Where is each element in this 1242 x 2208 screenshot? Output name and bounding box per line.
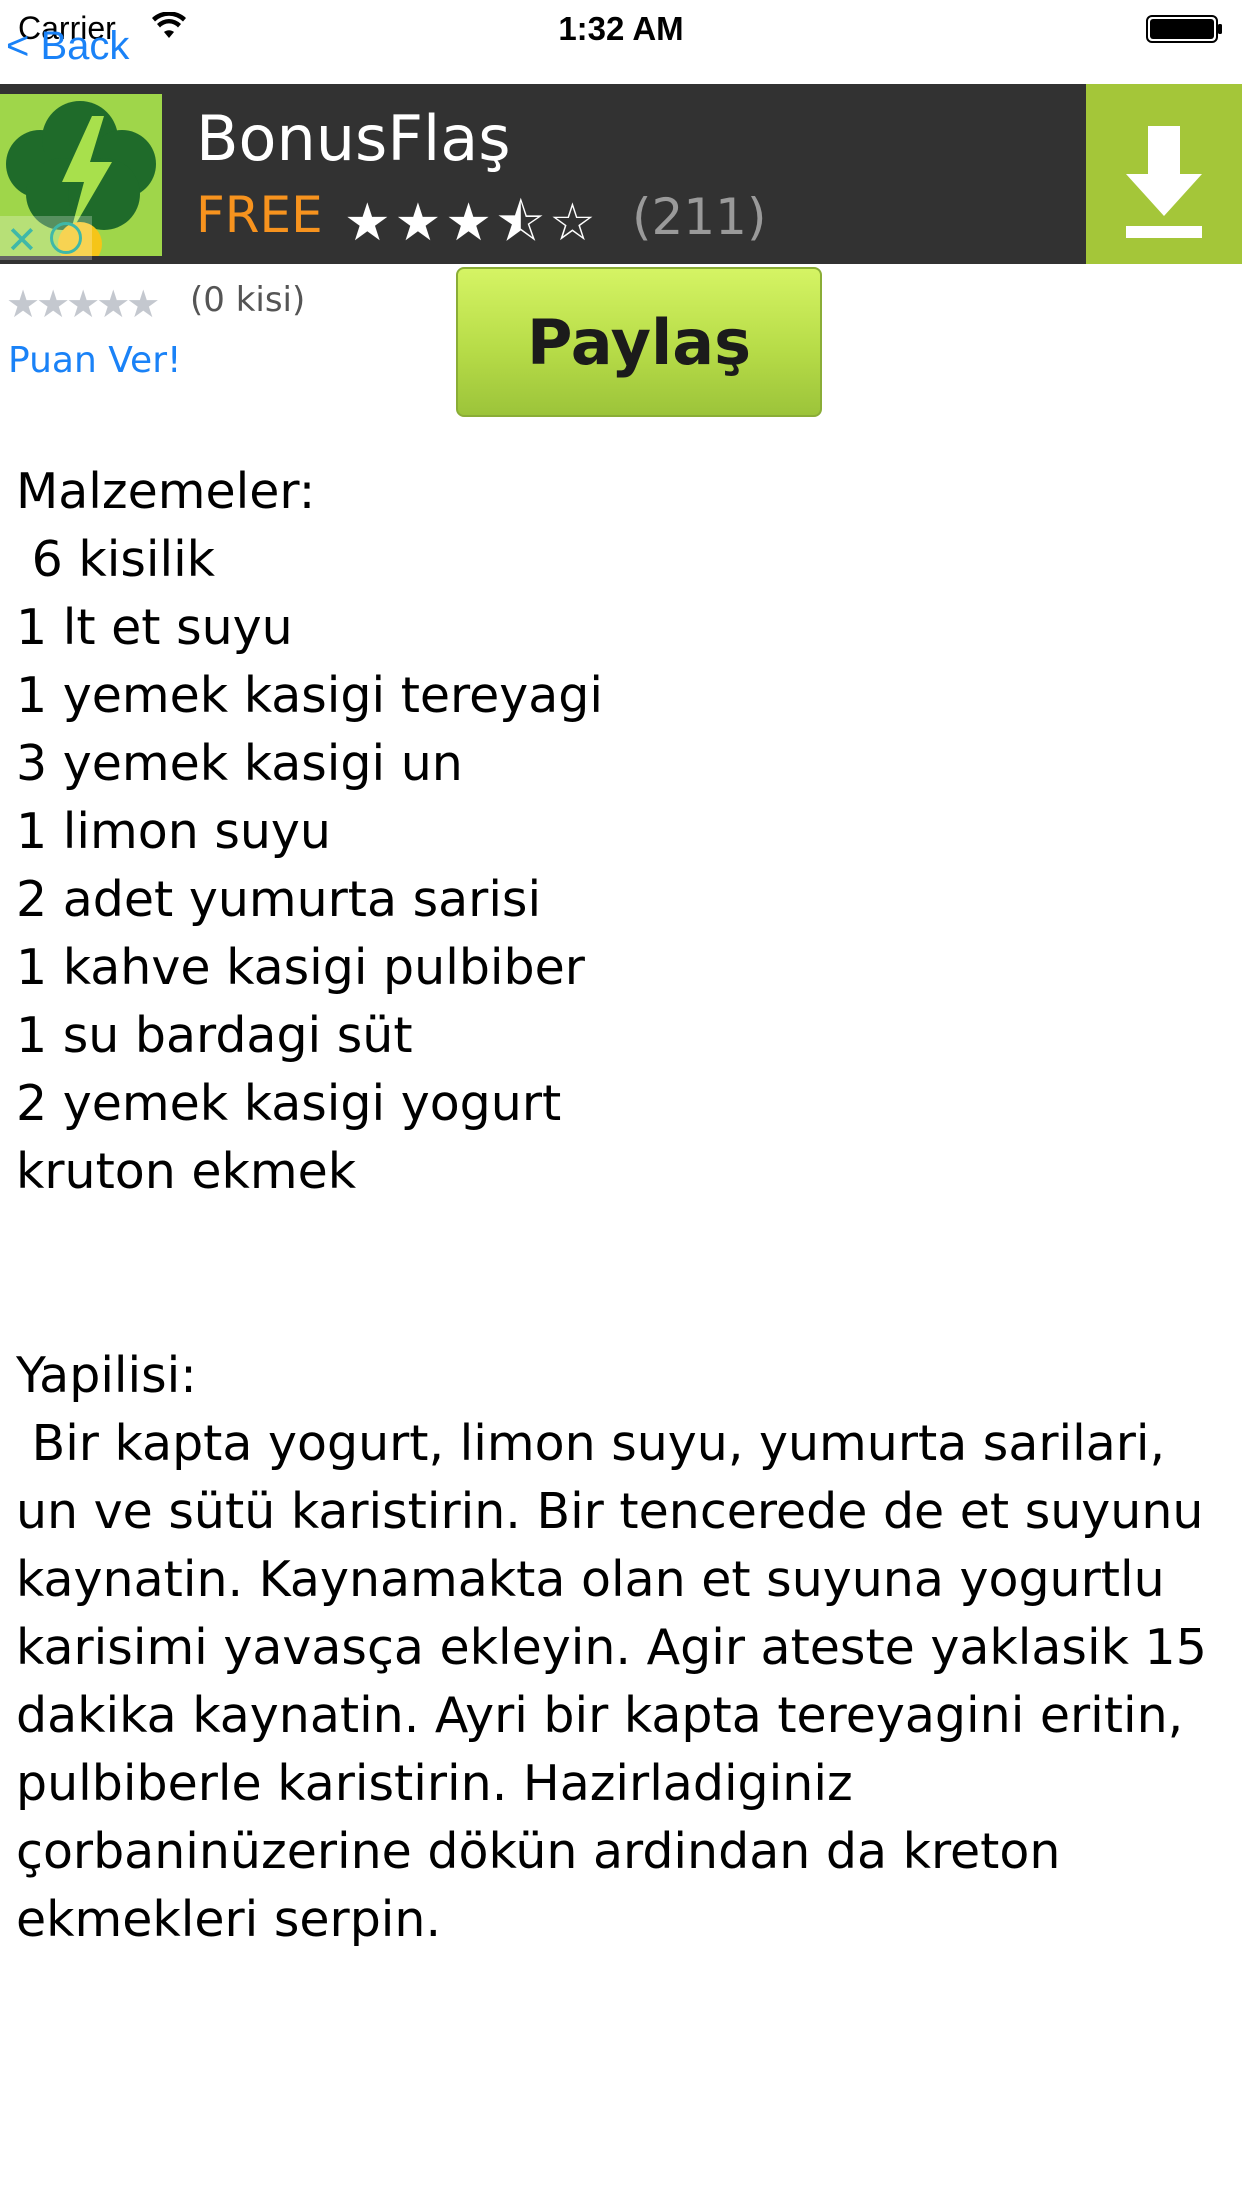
ad-rating-stars: ★★★⯪☆ bbox=[344, 193, 600, 253]
method-text: Bir kapta yogurt, limon suyu, yumurta sa… bbox=[16, 1415, 1223, 1948]
rate-link[interactable]: Puan Ver! bbox=[8, 340, 181, 381]
info-icon[interactable] bbox=[50, 222, 82, 254]
ad-app-name: BonusFlaş bbox=[196, 102, 511, 175]
battery-icon bbox=[1146, 15, 1222, 43]
download-icon bbox=[1126, 126, 1202, 238]
ad-price: FREE bbox=[196, 186, 323, 244]
ingredient-item: 1 yemek kasigi tereyagi bbox=[16, 667, 604, 724]
ingredient-item: 2 yemek kasigi yogurt bbox=[16, 1075, 562, 1132]
ingredient-item: 6 kisilik bbox=[16, 531, 216, 588]
clock: 1:32 AM bbox=[558, 10, 684, 47]
ad-review-count: (211) bbox=[632, 188, 767, 246]
ad-download-button[interactable] bbox=[1086, 84, 1242, 264]
share-button[interactable]: Paylaş bbox=[456, 267, 822, 417]
close-icon: ✕ bbox=[6, 218, 38, 262]
ingredient-item: kruton ekmek bbox=[16, 1143, 357, 1200]
ad-banner[interactable]: BonusFlaş FREE ★★★⯪☆ (211) ✕ bbox=[0, 84, 1242, 264]
ingredients-title: Malzemeler: bbox=[16, 463, 316, 520]
recipe-body: Malzemeler: 6 kisilik 1 lt et suyu 1 yem… bbox=[16, 458, 1236, 1954]
ingredient-item: 2 adet yumurta sarisi bbox=[16, 871, 542, 928]
ingredients-list: 6 kisilik 1 lt et suyu 1 yemek kasigi te… bbox=[16, 526, 1236, 1206]
ingredient-item: 1 lt et suyu bbox=[16, 599, 293, 656]
ingredient-item: 1 su bardagi süt bbox=[16, 1007, 413, 1064]
method-title: Yapilisi: bbox=[16, 1347, 197, 1404]
back-button[interactable]: < Back bbox=[6, 24, 129, 69]
ingredient-item: 1 limon suyu bbox=[16, 803, 331, 860]
rating-count: (0 kisi) bbox=[190, 280, 306, 320]
rating-stars[interactable]: ★★★★★ bbox=[6, 282, 160, 326]
status-bar: Carrier 1:32 AM bbox=[0, 0, 1242, 60]
ingredient-item: 1 kahve kasigi pulbiber bbox=[16, 939, 585, 996]
ingredient-item: 3 yemek kasigi un bbox=[16, 735, 463, 792]
ad-close-button[interactable]: ✕ bbox=[0, 216, 92, 262]
